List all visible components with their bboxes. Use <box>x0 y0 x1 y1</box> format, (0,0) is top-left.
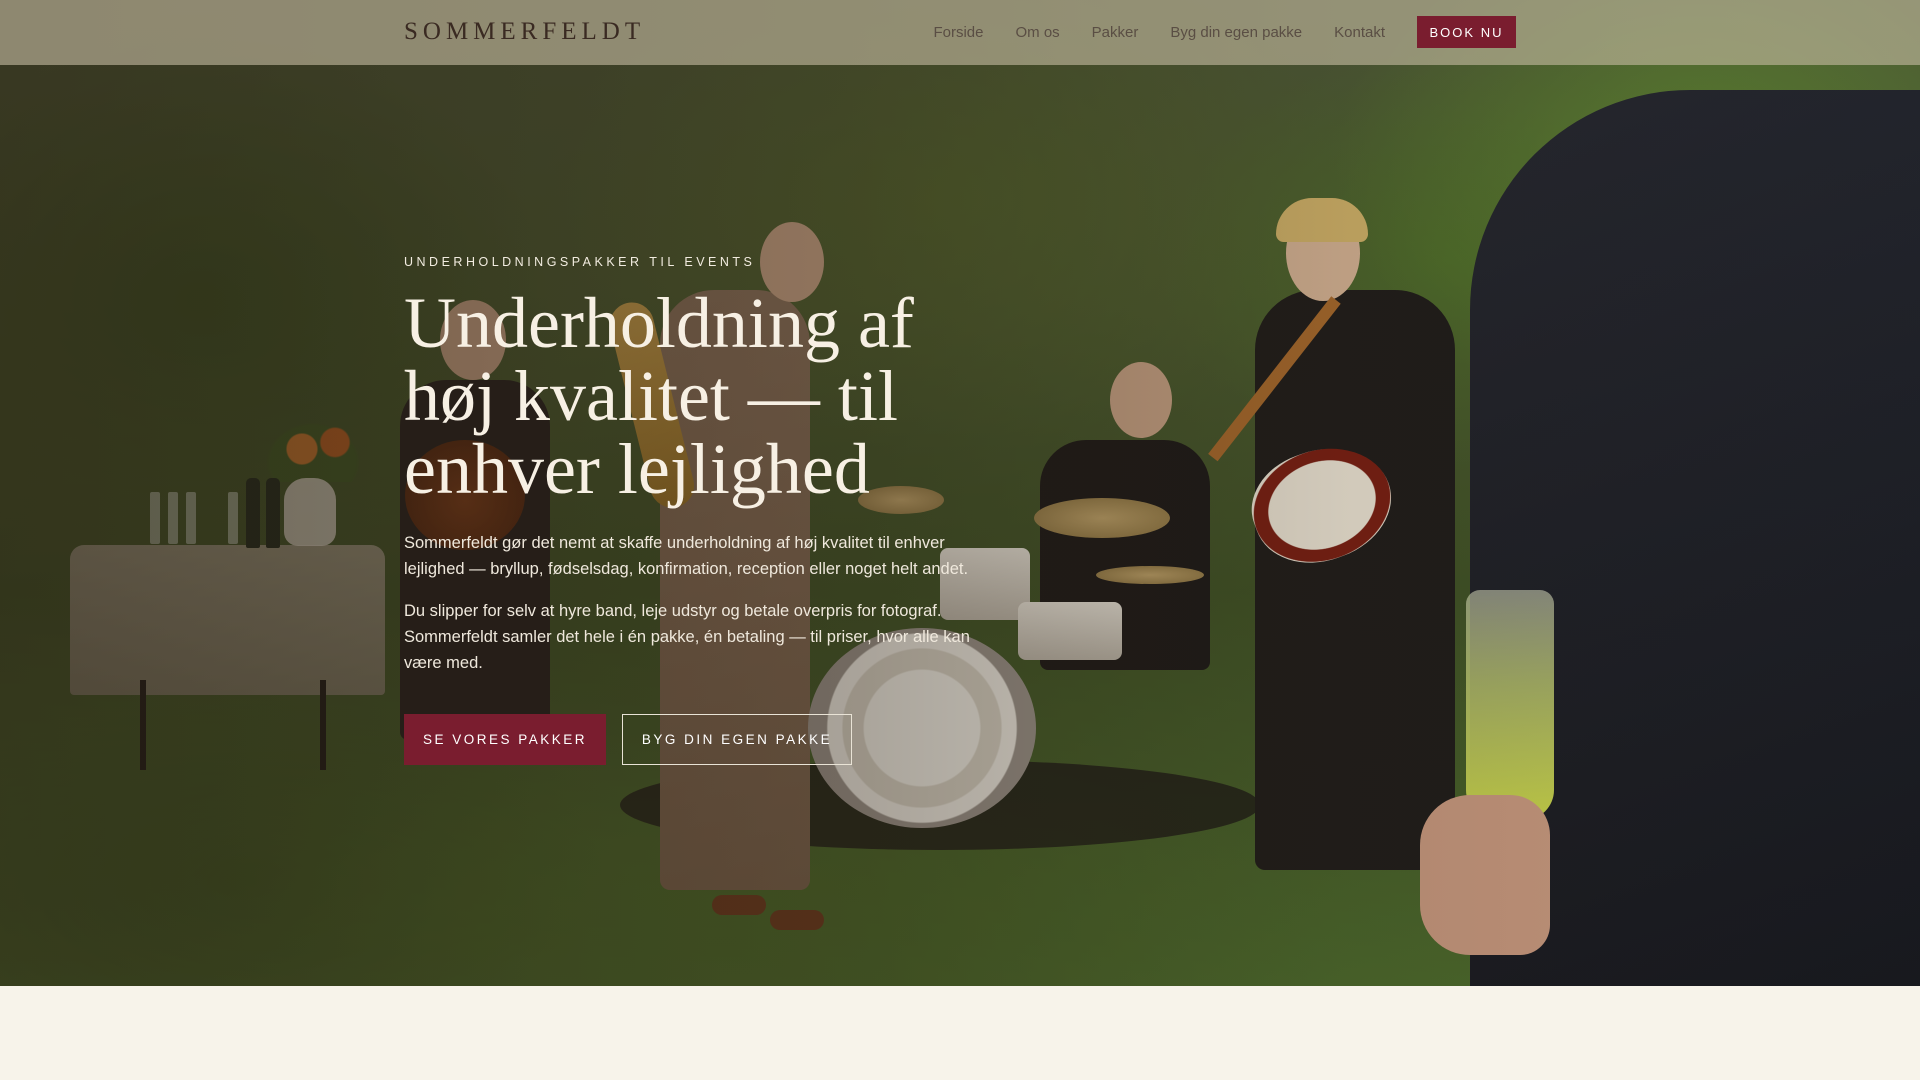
hero-headline: Underholdning af høj kvalitet — til enhv… <box>404 283 914 509</box>
build-package-button[interactable]: BYG DIN EGEN PAKKE <box>622 714 852 765</box>
hero-eyebrow: UNDERHOLDNINGSPAKKER TIL EVENTS <box>404 255 756 269</box>
see-packages-button[interactable]: SE VORES PAKKER <box>404 714 606 765</box>
next-section <box>0 986 1920 1080</box>
nav-link-byg-din-egen-pakke[interactable]: Byg din egen pakke <box>1170 24 1302 41</box>
nav-link-pakker[interactable]: Pakker <box>1092 24 1139 41</box>
nav-link-om-os[interactable]: Om os <box>1015 24 1059 41</box>
nav-link-forside[interactable]: Forside <box>933 24 983 41</box>
hero-content: UNDERHOLDNINGSPAKKER TIL EVENTS Underhol… <box>404 255 1024 765</box>
top-navigation: SOMMERFELDT Forside Om os Pakker Byg din… <box>0 0 1920 65</box>
nav-link-kontakt[interactable]: Kontakt <box>1334 24 1385 41</box>
hero-cta-row: SE VORES PAKKER BYG DIN EGEN PAKKE <box>404 714 1024 765</box>
hero-paragraph-1: Sommerfeldt gør det nemt at skaffe under… <box>404 534 969 578</box>
hero-paragraph-2: Du slipper for selv at hyre band, leje u… <box>404 602 970 672</box>
book-now-button[interactable]: BOOK NU <box>1417 16 1516 48</box>
site-logo[interactable]: SOMMERFELDT <box>404 18 645 46</box>
nav-links: Forside Om os Pakker Byg din egen pakke … <box>933 0 1385 65</box>
